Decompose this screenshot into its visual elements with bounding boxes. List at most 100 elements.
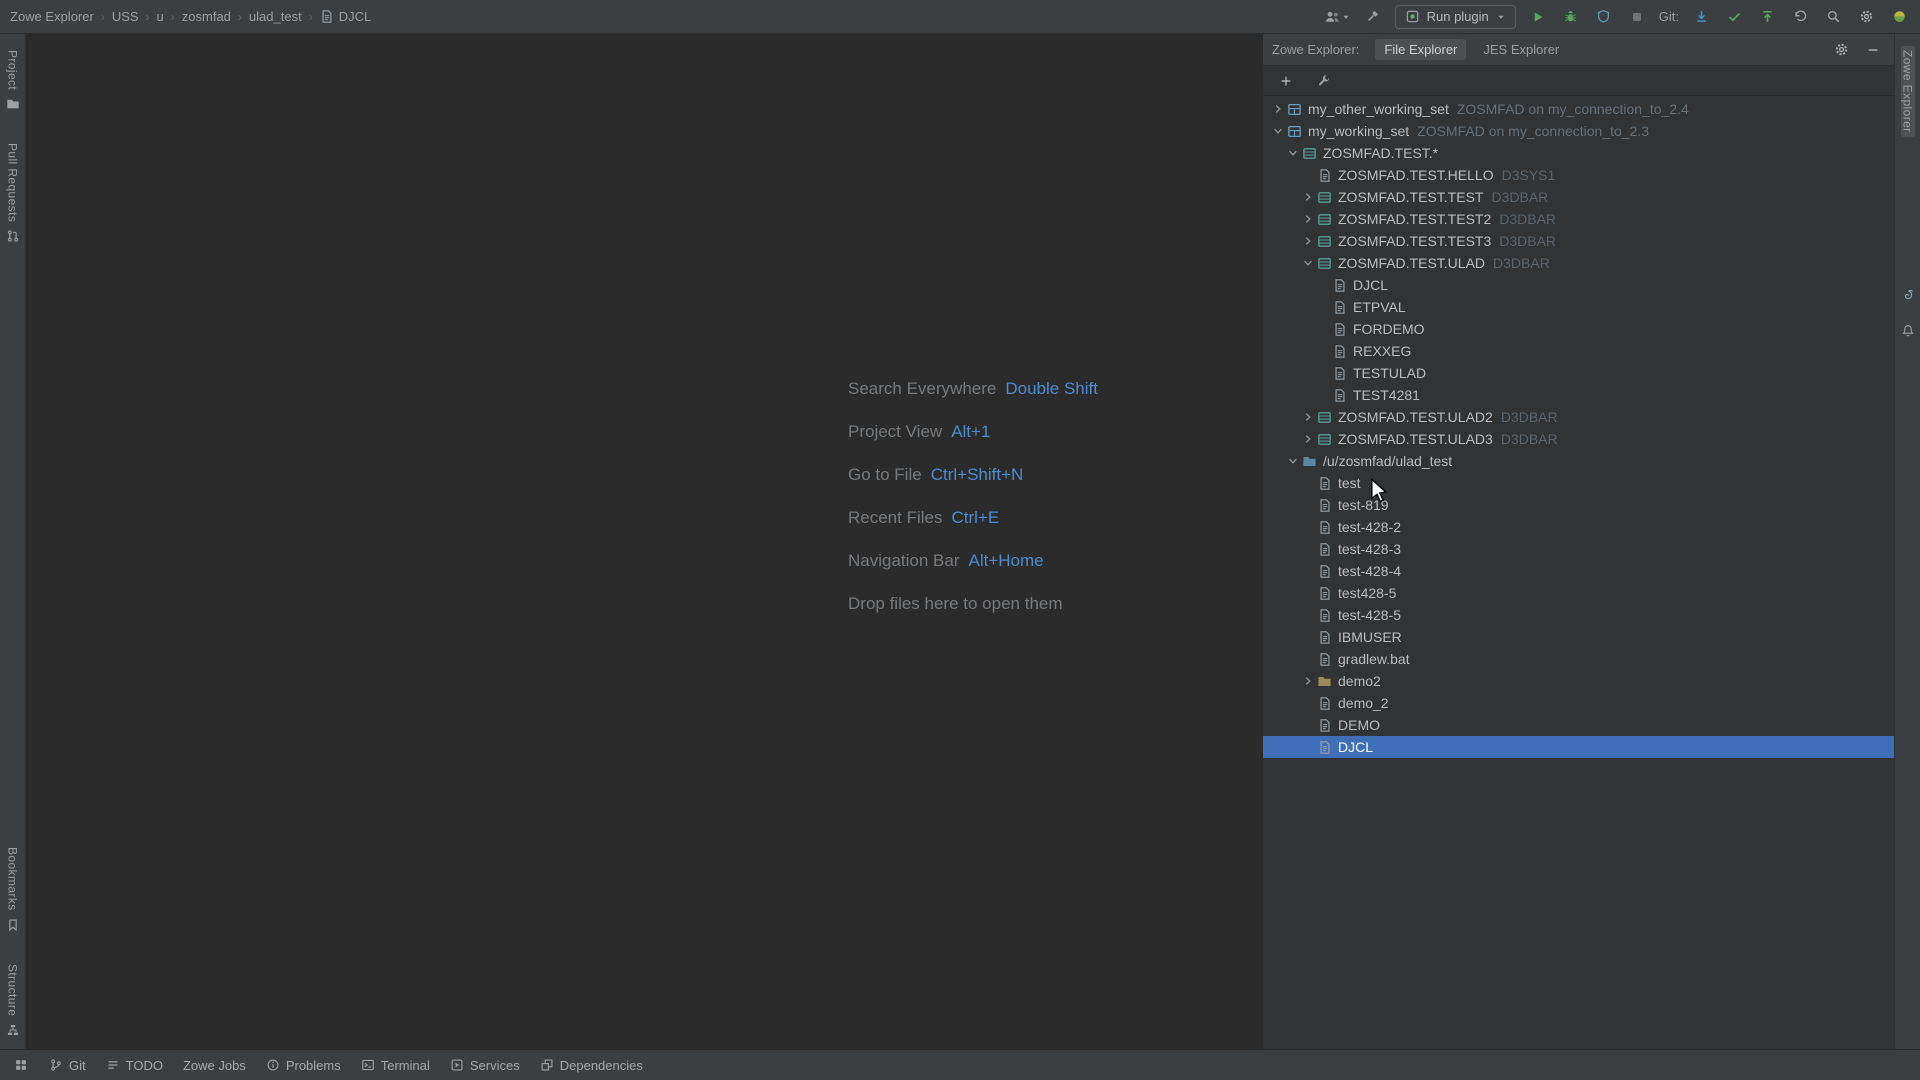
stop-button[interactable]: [1626, 5, 1648, 29]
member-icon: [1316, 695, 1333, 711]
settings-button[interactable]: [1855, 5, 1877, 29]
chevron-right-icon[interactable]: [1299, 211, 1316, 227]
git-update-button[interactable]: [1690, 5, 1712, 29]
tool-window-label: Project: [6, 50, 20, 90]
bookmark-icon: [6, 918, 20, 932]
chevron-right-icon[interactable]: [1299, 673, 1316, 689]
breadcrumb-item[interactable]: Zowe Explorer: [10, 9, 94, 24]
tree-item-label: ETPVAL: [1353, 299, 1406, 315]
statusbar-item-terminal[interactable]: Terminal: [352, 1050, 439, 1080]
tree-row[interactable]: demo2: [1263, 670, 1894, 692]
tool-window-button-zowe-explorer[interactable]: Zowe Explorer: [1901, 46, 1915, 137]
tree-row[interactable]: TEST4281: [1263, 384, 1894, 406]
tab-file-explorer[interactable]: File Explorer: [1375, 39, 1466, 60]
tree-row[interactable]: TESTULAD: [1263, 362, 1894, 384]
tree-row[interactable]: gradlew.bat: [1263, 648, 1894, 670]
breadcrumb-separator: ›: [171, 10, 175, 24]
breadcrumb-item[interactable]: zosmfad: [182, 9, 231, 24]
tree-row[interactable]: my_other_working_setZOSMFAD on my_connec…: [1263, 98, 1894, 120]
tree-row[interactable]: test-819: [1263, 494, 1894, 516]
tree-row[interactable]: /u/zosmfad/ulad_test: [1263, 450, 1894, 472]
add-working-set-button[interactable]: [1275, 70, 1297, 92]
tool-window-button-project[interactable]: Project: [6, 46, 20, 115]
user-group-button[interactable]: [1324, 5, 1351, 29]
statusbar-item-todo[interactable]: TODO: [97, 1050, 172, 1080]
twisty-placeholder: [1299, 739, 1316, 755]
tree-row[interactable]: test428-5: [1263, 582, 1894, 604]
tree-item-label: ZOSMFAD.TEST.TEST: [1338, 189, 1483, 205]
statusbar-item-problems[interactable]: Problems: [257, 1050, 350, 1080]
tab-jes-explorer[interactable]: JES Explorer: [1474, 39, 1568, 60]
search-everywhere-button[interactable]: [1822, 5, 1844, 29]
panel-settings-button[interactable]: [1829, 38, 1853, 62]
git-commit-button[interactable]: [1723, 5, 1745, 29]
chevron-down-icon[interactable]: [1299, 255, 1316, 271]
tool-window-button-gradle[interactable]: [1901, 284, 1915, 306]
chevron-right-icon[interactable]: [1299, 431, 1316, 447]
git-rollback-button[interactable]: [1789, 5, 1811, 29]
tree-row[interactable]: IBMUSER: [1263, 626, 1894, 648]
run-configuration-combo[interactable]: Run plugin: [1395, 5, 1516, 29]
plus-icon: [1279, 74, 1293, 88]
chevron-down-icon[interactable]: [1269, 123, 1286, 139]
tree-row[interactable]: FORDEMO: [1263, 318, 1894, 340]
tree-row[interactable]: my_working_setZOSMFAD on my_connection_t…: [1263, 120, 1894, 142]
tree-row[interactable]: test-428-3: [1263, 538, 1894, 560]
tree-row[interactable]: ZOSMFAD.TEST.HELLOD3SYS1: [1263, 164, 1894, 186]
tree-row[interactable]: ZOSMFAD.TEST.ULADD3DBAR: [1263, 252, 1894, 274]
statusbar-item-dependencies[interactable]: Dependencies: [531, 1050, 652, 1080]
statusbar-item-zowe-jobs[interactable]: Zowe Jobs: [174, 1050, 255, 1080]
member-icon: [1316, 651, 1333, 667]
run-with-coverage-button[interactable]: [1593, 5, 1615, 29]
statusbar-item-label: Services: [470, 1058, 520, 1073]
info-icon: [266, 1058, 280, 1072]
statusbar-item-git[interactable]: Git: [40, 1050, 95, 1080]
chevron-right-icon[interactable]: [1299, 189, 1316, 205]
tool-window-button-structure[interactable]: Structure: [6, 960, 20, 1041]
shortcut-hint-label: Recent Files: [848, 508, 942, 528]
chevron-right-icon[interactable]: [1269, 101, 1286, 117]
tree-row[interactable]: test-428-5: [1263, 604, 1894, 626]
tree-row[interactable]: ZOSMFAD.TEST.ULAD2D3DBAR: [1263, 406, 1894, 428]
hide-panel-button[interactable]: [1861, 38, 1885, 62]
breadcrumb-item[interactable]: ulad_test: [249, 9, 302, 24]
tool-window-button-bookmarks[interactable]: Bookmarks: [6, 843, 20, 936]
tree-row[interactable]: ETPVAL: [1263, 296, 1894, 318]
tree-row[interactable]: ZOSMFAD.TEST.TEST2D3DBAR: [1263, 208, 1894, 230]
tree-row[interactable]: DJCL: [1263, 274, 1894, 296]
tree-row[interactable]: ZOSMFAD.TEST.ULAD3D3DBAR: [1263, 428, 1894, 450]
breadcrumb-separator: ›: [146, 10, 150, 24]
tree-row[interactable]: test-428-4: [1263, 560, 1894, 582]
chevron-right-icon[interactable]: [1299, 409, 1316, 425]
tree-row[interactable]: ZOSMFAD.TEST.*: [1263, 142, 1894, 164]
tree-item-label: my_other_working_set: [1308, 101, 1449, 117]
tool-window-button-pull-requests[interactable]: Pull Requests: [6, 139, 20, 247]
shortcut-hint-row: Project ViewAlt+1: [848, 410, 1098, 453]
editor-area[interactable]: Search EverywhereDouble ShiftProject Vie…: [26, 34, 1262, 1049]
breadcrumb-item[interactable]: u: [157, 9, 164, 24]
panel-toolbar: [1263, 66, 1894, 96]
git-push-button[interactable]: [1756, 5, 1778, 29]
tool-window-switcher-button[interactable]: [8, 1050, 34, 1080]
tree-row[interactable]: DEMO: [1263, 714, 1894, 736]
breadcrumb-item[interactable]: USS: [112, 9, 139, 24]
tree-row[interactable]: demo_2: [1263, 692, 1894, 714]
tool-window-button-notifications[interactable]: [1901, 320, 1915, 342]
tree-row[interactable]: ZOSMFAD.TEST.TESTD3DBAR: [1263, 186, 1894, 208]
statusbar-item-services[interactable]: Services: [441, 1050, 529, 1080]
run-button[interactable]: [1527, 5, 1549, 29]
tree-row[interactable]: ZOSMFAD.TEST.TEST3D3DBAR: [1263, 230, 1894, 252]
debug-button[interactable]: [1560, 5, 1582, 29]
tree-item-label: ZOSMFAD.TEST.ULAD3: [1338, 431, 1493, 447]
chevron-right-icon[interactable]: [1299, 233, 1316, 249]
chevron-down-icon[interactable]: [1284, 453, 1301, 469]
breadcrumb-item[interactable]: DJCL: [320, 9, 372, 24]
chevron-down-icon[interactable]: [1284, 145, 1301, 161]
tree-row[interactable]: REXXEG: [1263, 340, 1894, 362]
tree-row[interactable]: DJCL: [1263, 736, 1894, 758]
tree-row[interactable]: test: [1263, 472, 1894, 494]
ide-status-button[interactable]: [1888, 5, 1910, 29]
tree-row[interactable]: test-428-2: [1263, 516, 1894, 538]
build-button[interactable]: [1362, 5, 1384, 29]
panel-actions-button[interactable]: [1313, 70, 1335, 92]
